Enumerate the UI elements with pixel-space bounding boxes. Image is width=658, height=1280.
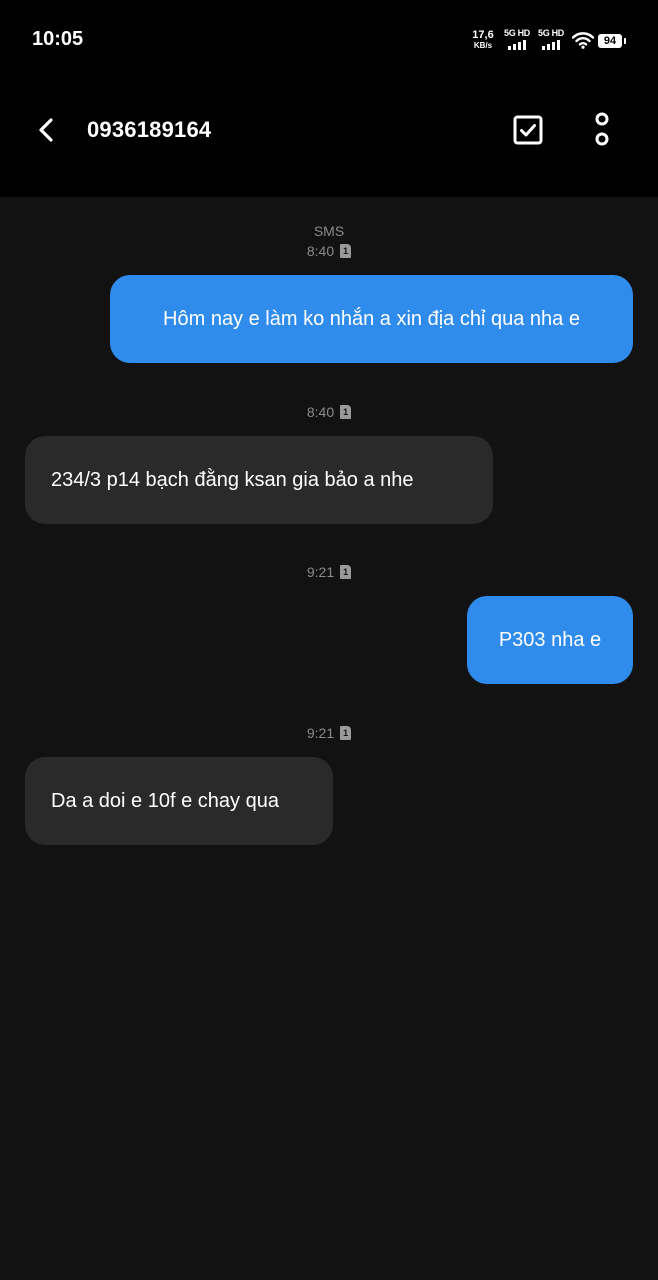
sim1-network-label: 5G HD	[503, 28, 530, 38]
sim-badge: 1	[343, 728, 349, 738]
battery-level: 94	[603, 35, 617, 47]
back-arrow-icon	[39, 118, 53, 142]
outgoing-message-bubble[interactable]: P303 nha e	[467, 596, 633, 684]
sim-card-icon: 1	[340, 565, 352, 579]
message-timestamp: 9:21 1	[0, 564, 658, 580]
sim-badge: 1	[343, 567, 349, 577]
more-vert-icon	[595, 112, 609, 146]
message-timestamp: 8:40 1	[0, 243, 658, 259]
sim2-network-label: 5G HD	[537, 28, 564, 38]
message-timestamp: 9:21 1	[0, 725, 658, 741]
select-checkbox-icon	[513, 115, 543, 145]
channel-label: SMS	[313, 223, 345, 239]
timestamp-text: 8:40	[306, 404, 335, 420]
message-text: Hôm nay e làm ko nhắn a xin địa chỉ qua …	[163, 307, 580, 330]
wifi-icon	[572, 32, 594, 49]
message-text: Da a doi e 10f e chay qua	[51, 789, 279, 812]
conversation-header: 0936189164	[0, 80, 658, 197]
outgoing-message-bubble[interactable]: Hôm nay e làm ko nhắn a xin địa chỉ qua …	[110, 275, 633, 363]
timestamp-text: 8:40	[306, 243, 335, 259]
signal-icon	[508, 40, 530, 50]
sim-badge: 1	[343, 407, 349, 417]
status-bar: 10:05 17,6 KB/s 5G HD 5G HD 94	[0, 0, 658, 80]
message-text: 234/3 p14 bạch đằng ksan gia bảo a nhe	[51, 468, 414, 491]
network-speed: 17,6 KB/s	[470, 29, 496, 51]
sim-card-icon: 1	[340, 244, 352, 258]
sim2-signal-icon: 5G HD	[536, 28, 566, 52]
timestamp-text: 9:21	[306, 725, 335, 741]
back-button[interactable]	[26, 110, 66, 150]
message-thread[interactable]: SMS 8:40 1 Hôm nay e làm ko nhắn a xin đị…	[0, 197, 658, 1280]
sim-badge: 1	[343, 246, 349, 256]
network-speed-unit: KB/s	[473, 41, 493, 50]
contact-title: 0936189164	[87, 117, 212, 142]
signal-icon	[542, 40, 564, 50]
incoming-message-bubble[interactable]: Da a doi e 10f e chay qua	[25, 757, 333, 845]
network-speed-value: 17,6	[472, 29, 494, 41]
incoming-message-bubble[interactable]: 234/3 p14 bạch đằng ksan gia bảo a nhe	[25, 436, 493, 524]
more-options-button[interactable]	[582, 108, 622, 152]
status-time: 10:05	[32, 28, 84, 50]
select-messages-button[interactable]	[508, 110, 548, 150]
message-text: P303 nha e	[498, 628, 602, 651]
battery-icon: 94	[598, 34, 626, 48]
message-timestamp: 8:40 1	[0, 404, 658, 420]
sim-card-icon: 1	[340, 726, 352, 740]
timestamp-text: 9:21	[306, 564, 335, 580]
sim1-signal-icon: 5G HD	[502, 28, 532, 52]
sim-card-icon: 1	[340, 405, 352, 419]
